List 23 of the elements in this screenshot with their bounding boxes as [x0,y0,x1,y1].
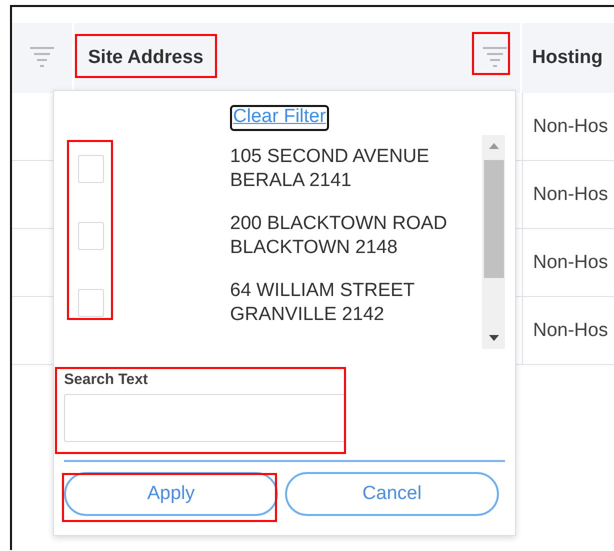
table-cell: Non-Hos [533,184,608,206]
annotation-frame [472,32,510,75]
column-header[interactable]: Site Address [88,47,204,69]
option-label: 64 WILLIAM STREET GRANVILLE 2142 [230,278,415,326]
option-label: 105 SECOND AVENUE BERALA 2141 [230,144,430,192]
checkbox[interactable] [78,288,104,316]
filter-icon[interactable] [29,46,55,70]
field-label: Search Text [64,371,149,388]
checkbox[interactable] [78,154,104,182]
table-cell: Non-Hos [533,320,608,342]
checkbox[interactable] [78,222,104,250]
scrollbar-thumb[interactable] [484,160,504,278]
popup-button[interactable]: Apply [64,472,278,516]
scroll-up-icon[interactable] [488,143,498,149]
option-label: 200 BLACKTOWN ROAD BLACKTOWN 2148 [230,212,448,260]
scroll-down-icon[interactable] [488,335,498,341]
table-cell: Non-Hos [533,116,608,138]
filter-icon[interactable] [482,46,508,70]
clear-filter-link[interactable]: Clear Filter [230,105,329,131]
table-cell: Non-Hos [533,252,608,274]
scrollbar[interactable] [482,135,505,349]
popup-button[interactable]: Cancel [285,472,499,516]
search-field[interactable] [64,394,346,442]
